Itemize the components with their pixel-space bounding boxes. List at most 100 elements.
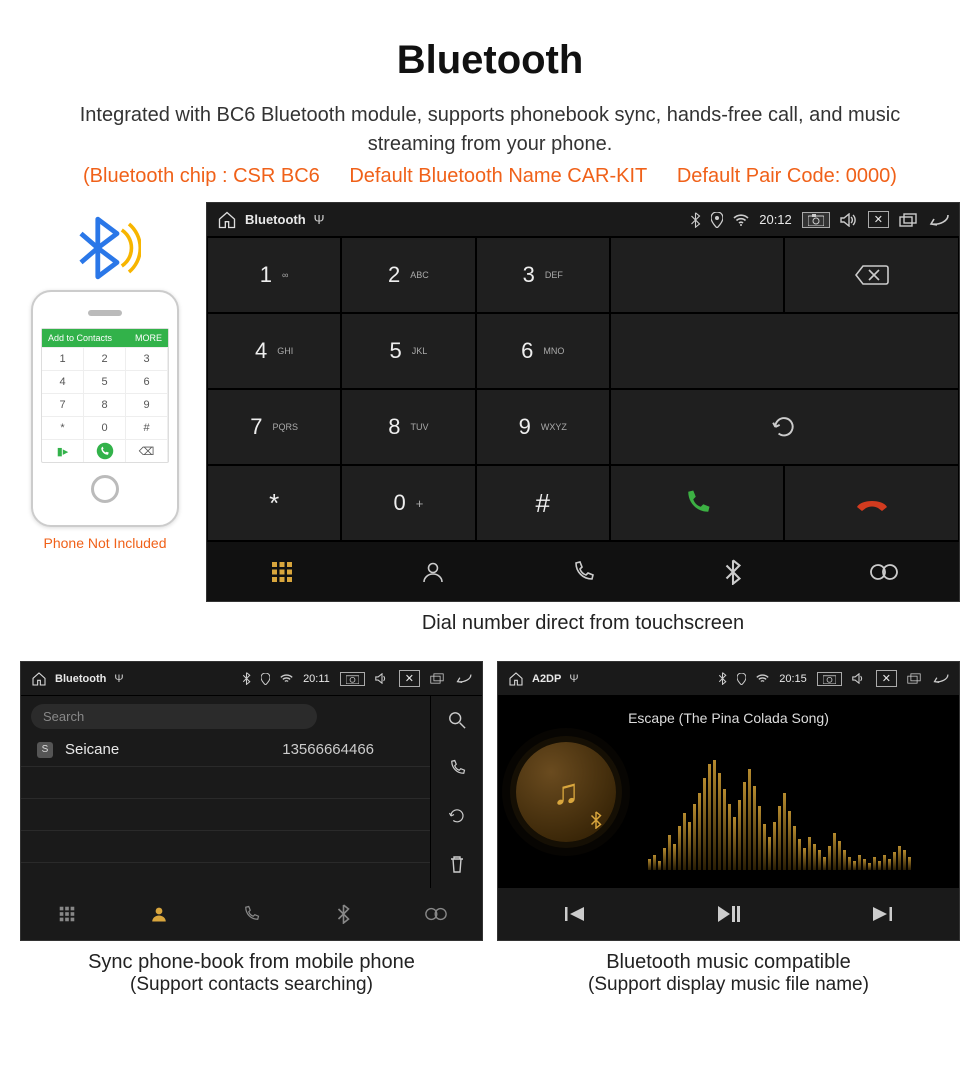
- hangup-button[interactable]: [784, 465, 959, 541]
- handset-key: 6: [126, 370, 168, 393]
- camera-icon[interactable]: [817, 672, 842, 686]
- handset-back-icon: ⌫: [126, 439, 168, 462]
- handset-key: 3: [126, 347, 168, 370]
- dialer-screenshot: Bluetooth Ψ 20:12: [206, 202, 960, 602]
- page-title: Bluetooth: [0, 0, 980, 83]
- close-icon[interactable]: ✕: [399, 670, 420, 687]
- equalizer-visual: [648, 760, 945, 870]
- specs-line: (Bluetooth chip : CSR BC6 Default Blueto…: [0, 165, 980, 202]
- dialpad-key-3[interactable]: 3DEF: [476, 237, 610, 313]
- spec-chip: (Bluetooth chip : CSR BC6: [83, 165, 320, 187]
- handset-call-icon: [84, 439, 126, 462]
- dialer-caption: Dial number direct from touchscreen: [206, 602, 960, 653]
- album-art-icon: ♫: [516, 742, 616, 842]
- tab-pair[interactable]: [390, 888, 482, 940]
- volume-icon[interactable]: [840, 213, 858, 227]
- call-icon[interactable]: [430, 744, 482, 792]
- location-icon: [261, 673, 270, 685]
- refresh-icon[interactable]: [430, 792, 482, 840]
- call-button[interactable]: [610, 465, 785, 541]
- home-icon[interactable]: [31, 671, 47, 687]
- status-title: Bluetooth: [245, 212, 306, 227]
- usb-icon: Ψ: [114, 673, 123, 685]
- contact-phone: 13566664466: [282, 741, 374, 758]
- redial-button[interactable]: [610, 389, 959, 465]
- delete-icon[interactable]: [430, 840, 482, 888]
- tab-calllog[interactable]: [508, 541, 658, 601]
- recent-apps-icon[interactable]: [430, 673, 444, 684]
- status-bar: A2DP Ψ 20:15 ✕: [498, 662, 959, 696]
- camera-icon[interactable]: [340, 672, 365, 686]
- table-row: [21, 799, 430, 831]
- song-title: Escape (The Pina Colada Song): [498, 710, 959, 726]
- bluetooth-icon: [690, 212, 701, 228]
- dialpad-key-star[interactable]: *: [207, 465, 341, 541]
- phone-mockup-column: Add to Contacts MORE 1 2 3 4 5 6 7 8 9 *…: [20, 202, 190, 551]
- phonebook-screenshot: Bluetooth Ψ 20:11 ✕ Search: [20, 661, 483, 941]
- play-pause-button[interactable]: [652, 888, 806, 940]
- phone-not-included-note: Phone Not Included: [20, 535, 190, 551]
- volume-icon[interactable]: [375, 673, 389, 684]
- handset-key: 5: [84, 370, 126, 393]
- close-icon[interactable]: ✕: [876, 670, 897, 687]
- dialpad-key-1[interactable]: 1∞: [207, 237, 341, 313]
- volume-icon[interactable]: [852, 673, 866, 684]
- tab-dialpad[interactable]: [207, 541, 357, 601]
- dialpad-key-hash[interactable]: #: [476, 465, 610, 541]
- contact-name: Seicane: [65, 741, 119, 758]
- status-bar: Bluetooth Ψ 20:12: [207, 203, 959, 237]
- phonebook-caption: Sync phone-book from mobile phone (Suppo…: [20, 941, 483, 1014]
- dialpad-key-9[interactable]: 9WXYZ: [476, 389, 610, 465]
- tab-calllog[interactable]: [205, 888, 297, 940]
- tab-contacts[interactable]: [113, 888, 205, 940]
- dialpad-empty: [610, 313, 959, 389]
- handset-bar-left: Add to Contacts: [48, 333, 112, 343]
- tab-contacts[interactable]: [357, 541, 507, 601]
- backspace-button[interactable]: [784, 237, 959, 313]
- dialpad-key-0[interactable]: 0+: [341, 465, 475, 541]
- smartphone-mockup: Add to Contacts MORE 1 2 3 4 5 6 7 8 9 *…: [31, 290, 179, 527]
- camera-icon[interactable]: [802, 212, 830, 228]
- usb-icon: Ψ: [314, 212, 325, 227]
- recent-apps-icon[interactable]: [907, 673, 921, 684]
- location-icon: [711, 212, 723, 228]
- spec-pair: Default Pair Code: 0000): [677, 165, 897, 187]
- back-icon[interactable]: [454, 673, 472, 684]
- bluetooth-icon: [242, 672, 251, 685]
- dialpad-key-4[interactable]: 4GHI: [207, 313, 341, 389]
- handset-key: *: [42, 416, 84, 439]
- dialpad-key-6[interactable]: 6MNO: [476, 313, 610, 389]
- tab-bluetooth[interactable]: [658, 541, 808, 601]
- dialpad-key-8[interactable]: 8TUV: [341, 389, 475, 465]
- close-icon[interactable]: ✕: [868, 211, 889, 228]
- home-icon[interactable]: [508, 671, 524, 687]
- handset-video-icon: ▮▸: [42, 439, 84, 462]
- prev-track-button[interactable]: [498, 888, 652, 940]
- dialpad-key-5[interactable]: 5JKL: [341, 313, 475, 389]
- dialpad-key-7[interactable]: 7PQRS: [207, 389, 341, 465]
- next-track-button[interactable]: [805, 888, 959, 940]
- wifi-icon: [733, 214, 749, 226]
- tab-pair[interactable]: [809, 541, 959, 601]
- tab-bluetooth[interactable]: [298, 888, 390, 940]
- search-input[interactable]: Search: [31, 704, 317, 729]
- status-title: A2DP: [532, 673, 561, 685]
- search-icon[interactable]: [430, 696, 482, 744]
- table-row: [21, 767, 430, 799]
- tab-dialpad[interactable]: [21, 888, 113, 940]
- home-icon[interactable]: [217, 210, 237, 230]
- table-row: [21, 831, 430, 863]
- location-icon: [737, 673, 746, 685]
- dialpad-key-2[interactable]: 2ABC: [341, 237, 475, 313]
- handset-key: 2: [84, 347, 126, 370]
- recent-apps-icon[interactable]: [899, 213, 917, 227]
- status-time: 20:11: [303, 673, 330, 685]
- back-icon[interactable]: [927, 213, 949, 227]
- bluetooth-icon: [718, 672, 727, 685]
- back-icon[interactable]: [931, 673, 949, 684]
- handset-key: 1: [42, 347, 84, 370]
- handset-key: 7: [42, 393, 84, 416]
- status-time: 20:12: [759, 212, 792, 227]
- contact-row[interactable]: S Seicane 13566664466: [21, 733, 430, 767]
- contact-badge: S: [37, 742, 53, 758]
